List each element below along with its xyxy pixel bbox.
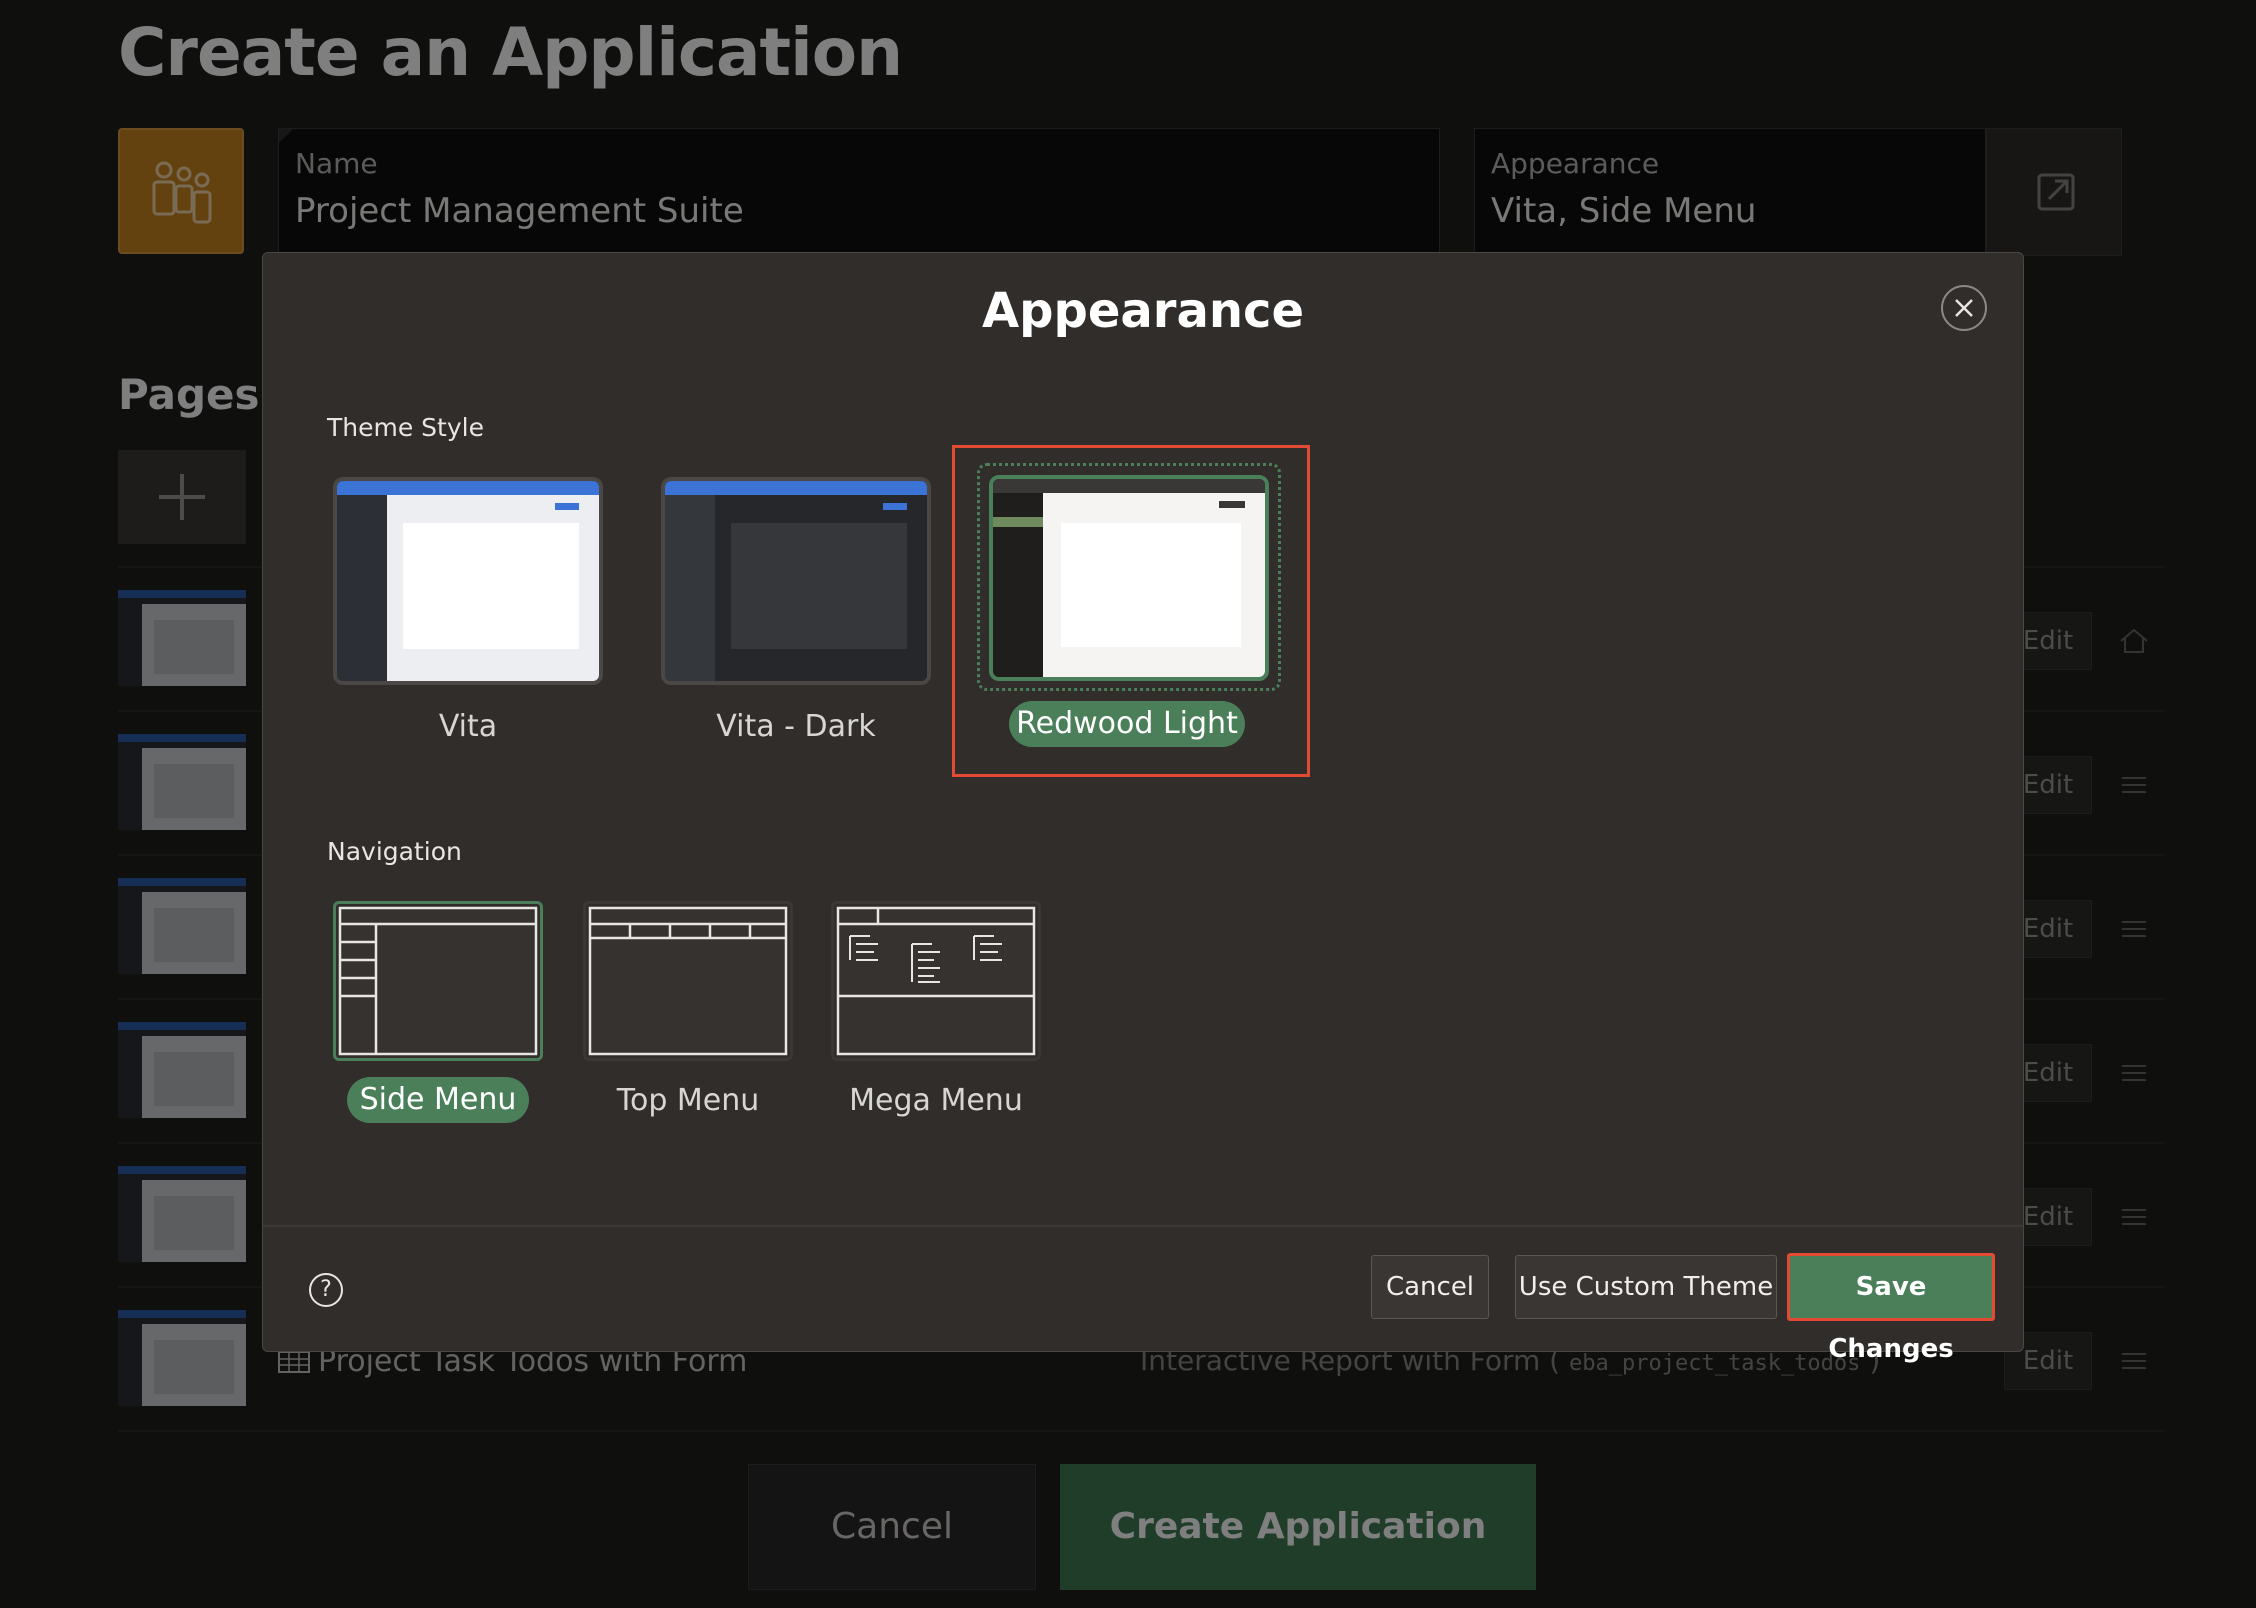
nav-option-mega-menu[interactable]: [831, 901, 1041, 1061]
nav-label-mega-menu: Mega Menu: [849, 1083, 1023, 1118]
side-menu-icon: [338, 906, 538, 1056]
dialog-title: Appearance: [981, 283, 1305, 339]
help-button[interactable]: ?: [309, 1273, 343, 1307]
dialog-cancel-button[interactable]: Cancel: [1371, 1255, 1489, 1319]
theme-label-redwood-light: Redwood Light: [1009, 701, 1245, 747]
use-custom-theme-button[interactable]: Use Custom Theme: [1515, 1255, 1777, 1319]
appearance-dialog: Appearance Theme Style Vita Vita - Dark: [262, 252, 2024, 1364]
nav-option-top-menu[interactable]: [583, 901, 793, 1061]
nav-label-side-menu: Side Menu: [347, 1077, 529, 1123]
save-changes-button[interactable]: Save Changes: [1787, 1253, 1995, 1364]
theme-option-vita-dark[interactable]: [661, 477, 931, 685]
theme-label-vita-dark: Vita - Dark: [716, 709, 876, 744]
mega-menu-icon: [836, 906, 1036, 1056]
nav-option-side-menu[interactable]: [333, 901, 543, 1061]
navigation-label: Navigation: [327, 837, 462, 866]
theme-option-redwood-light[interactable]: [989, 475, 1269, 681]
close-button[interactable]: [1941, 285, 1987, 331]
redwood-light-preview: [993, 479, 1265, 677]
help-icon: ?: [320, 1277, 332, 1302]
top-menu-icon: [588, 906, 788, 1056]
vita-preview: [337, 481, 599, 681]
dialog-footer-divider: [263, 1225, 2023, 1227]
close-icon: [1955, 299, 1973, 317]
theme-style-label: Theme Style: [327, 413, 484, 442]
nav-label-top-menu: Top Menu: [616, 1083, 760, 1118]
theme-label-vita: Vita: [438, 709, 498, 744]
theme-option-vita[interactable]: [333, 477, 603, 685]
vita-dark-preview: [665, 481, 927, 681]
